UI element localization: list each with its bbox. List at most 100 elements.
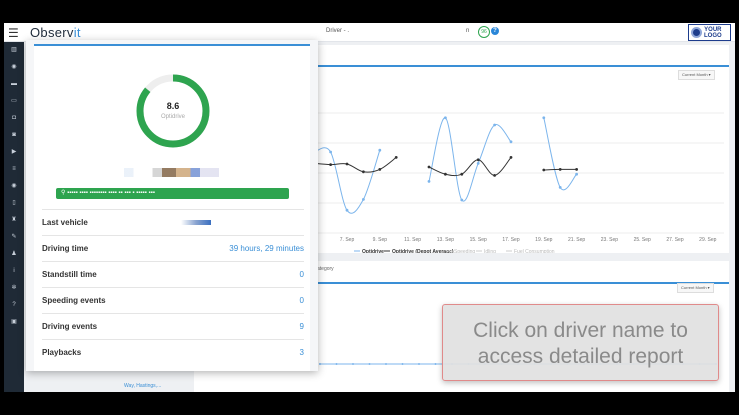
data-point — [460, 198, 464, 202]
car-icon[interactable]: ▬ — [4, 76, 24, 93]
stat-label: Standstill time — [42, 270, 97, 279]
legend-item[interactable]: Speeding — [454, 249, 475, 253]
info-icon[interactable]: i — [4, 263, 24, 280]
x-tick-label: 11. Sep — [404, 237, 421, 243]
legend-item[interactable]: Optidrive — [362, 249, 384, 253]
data-point — [329, 150, 332, 154]
data-point — [385, 363, 387, 365]
filter-icon[interactable]: ≡ — [4, 161, 24, 178]
eye-icon[interactable]: ◉ — [4, 178, 24, 195]
chart-icon[interactable]: ▥ — [4, 42, 24, 59]
data-point — [558, 186, 562, 189]
stat-label: Last vehicle — [42, 218, 88, 227]
data-point — [352, 363, 354, 365]
x-tick-label: 19. Sep — [535, 237, 552, 243]
stat-value: 39 hours, 29 minutes — [229, 244, 304, 253]
brand-logo[interactable]: Observit — [30, 25, 81, 40]
score-badge: 96 — [478, 26, 490, 38]
driver-stats: Last vehicle Driving time 39 hours, 29 min… — [42, 209, 304, 365]
data-point — [460, 172, 464, 176]
data-point — [427, 180, 431, 183]
series-line-optidrive — [543, 117, 577, 191]
data-point — [575, 168, 578, 171]
data-point — [368, 363, 371, 365]
stat-label: Speeding events — [42, 296, 106, 305]
optidrive-gauge — [136, 74, 210, 148]
series-line-optidrive — [428, 117, 512, 202]
export-icon[interactable]: ▣ — [4, 314, 24, 331]
data-point — [542, 168, 546, 172]
tooltip-text: Click on driver name to — [473, 319, 688, 342]
help-icon[interactable]: ? — [491, 27, 499, 35]
data-point — [335, 363, 338, 365]
data-point — [329, 163, 332, 166]
stat-label: Playbacks — [42, 348, 82, 357]
data-point — [493, 123, 496, 127]
tooltip-text: access detailed report — [477, 345, 684, 368]
truck-icon[interactable]: ▭ — [4, 93, 24, 110]
data-point — [378, 148, 382, 152]
user-icon[interactable]: ♟ — [4, 246, 24, 263]
data-point — [558, 168, 562, 171]
optidrive-label: Optidrive — [160, 114, 185, 120]
page-title: Driver - . — [326, 28, 349, 34]
driver-name-redacted[interactable] — [124, 168, 219, 177]
data-point — [493, 174, 496, 177]
vehicle-redacted[interactable] — [180, 220, 211, 225]
data-point — [444, 116, 447, 120]
app-screen: ☰ Observit Driver - . n 96 ? YOUR LOGO ▥ ◉… — [4, 23, 735, 392]
vehicle-icon[interactable]: ◘ — [4, 110, 24, 127]
company-logo: YOUR LOGO — [688, 24, 731, 41]
data-point — [394, 156, 398, 159]
stat-row: Playbacks 3 — [42, 339, 304, 365]
vehicle-alt-icon[interactable]: ◙ — [4, 127, 24, 144]
stat-value: 3 — [299, 348, 304, 357]
header-text: n — [466, 28, 470, 34]
data-point — [542, 116, 546, 120]
data-point — [575, 172, 578, 176]
logo-emblem-icon — [691, 27, 702, 38]
data-point — [401, 363, 404, 365]
tooltip-overlay: Click on driver name to access detailed … — [442, 304, 719, 381]
data-point — [345, 208, 349, 212]
legend-item[interactable]: Fuel Consumption — [514, 249, 555, 253]
brand-text-accent: it — [73, 25, 81, 40]
x-tick-label: 17. Sep — [502, 237, 519, 243]
x-tick-label: 25. Sep — [634, 237, 651, 243]
data-point — [319, 363, 321, 365]
data-point — [509, 140, 513, 144]
mobile-icon[interactable]: ▯ — [4, 195, 24, 212]
data-point — [418, 363, 420, 365]
wrench-icon[interactable]: ✎ — [4, 229, 24, 246]
stat-value: 0 — [299, 296, 304, 305]
x-tick-label: 13. Sep — [437, 237, 454, 243]
brand-text: Observ — [30, 25, 74, 40]
location-address: ▪▪▪▪▪ ▪▪▪▪ ▪▪▪▪▪▪▪▪ ▪▪▪▪ ▪▪ ▪▪▪ ▪ ▪▪▪▪▪ … — [67, 190, 155, 196]
trophy-icon[interactable]: ♜ — [4, 212, 24, 229]
x-tick-label: 9. Sep — [373, 237, 388, 243]
play-icon[interactable]: ▶ — [4, 144, 24, 161]
help-icon[interactable]: ? — [4, 297, 24, 314]
optidrive-score: 8.6 — [166, 101, 180, 111]
series-line-depot-average — [314, 156, 397, 173]
address-link[interactable]: Way, Hastings,... — [124, 383, 161, 389]
dashboard-icon[interactable]: ◉ — [4, 59, 24, 76]
sidebar: ▥ ◉ ▬ ▭ ◘ ◙ ▶ ≡ ◉ ▯ ♜ ✎ ♟ i ✲? ▣ — [4, 42, 24, 392]
data-point — [362, 170, 365, 174]
data-point — [345, 162, 349, 166]
data-point — [378, 168, 382, 171]
data-point — [444, 172, 447, 176]
stat-row: Last vehicle — [42, 209, 304, 235]
data-point — [476, 162, 480, 165]
hamburger-menu-icon[interactable]: ☰ — [8, 26, 19, 40]
gear-icon[interactable]: ✲ — [4, 280, 24, 297]
x-tick-label: 7. Sep — [340, 237, 355, 243]
x-tick-label: 23. Sep — [601, 237, 618, 243]
stat-row: Speeding events 0 — [42, 287, 304, 313]
legend-item[interactable]: Idling — [484, 249, 496, 253]
x-tick-label: 27. Sep — [666, 237, 683, 243]
legend-item[interactable]: Optidrive (Depot Average) — [392, 249, 454, 253]
x-tick-label: 21. Sep — [568, 237, 585, 243]
x-tick-label: 29. Sep — [699, 237, 716, 243]
data-point — [362, 198, 365, 201]
